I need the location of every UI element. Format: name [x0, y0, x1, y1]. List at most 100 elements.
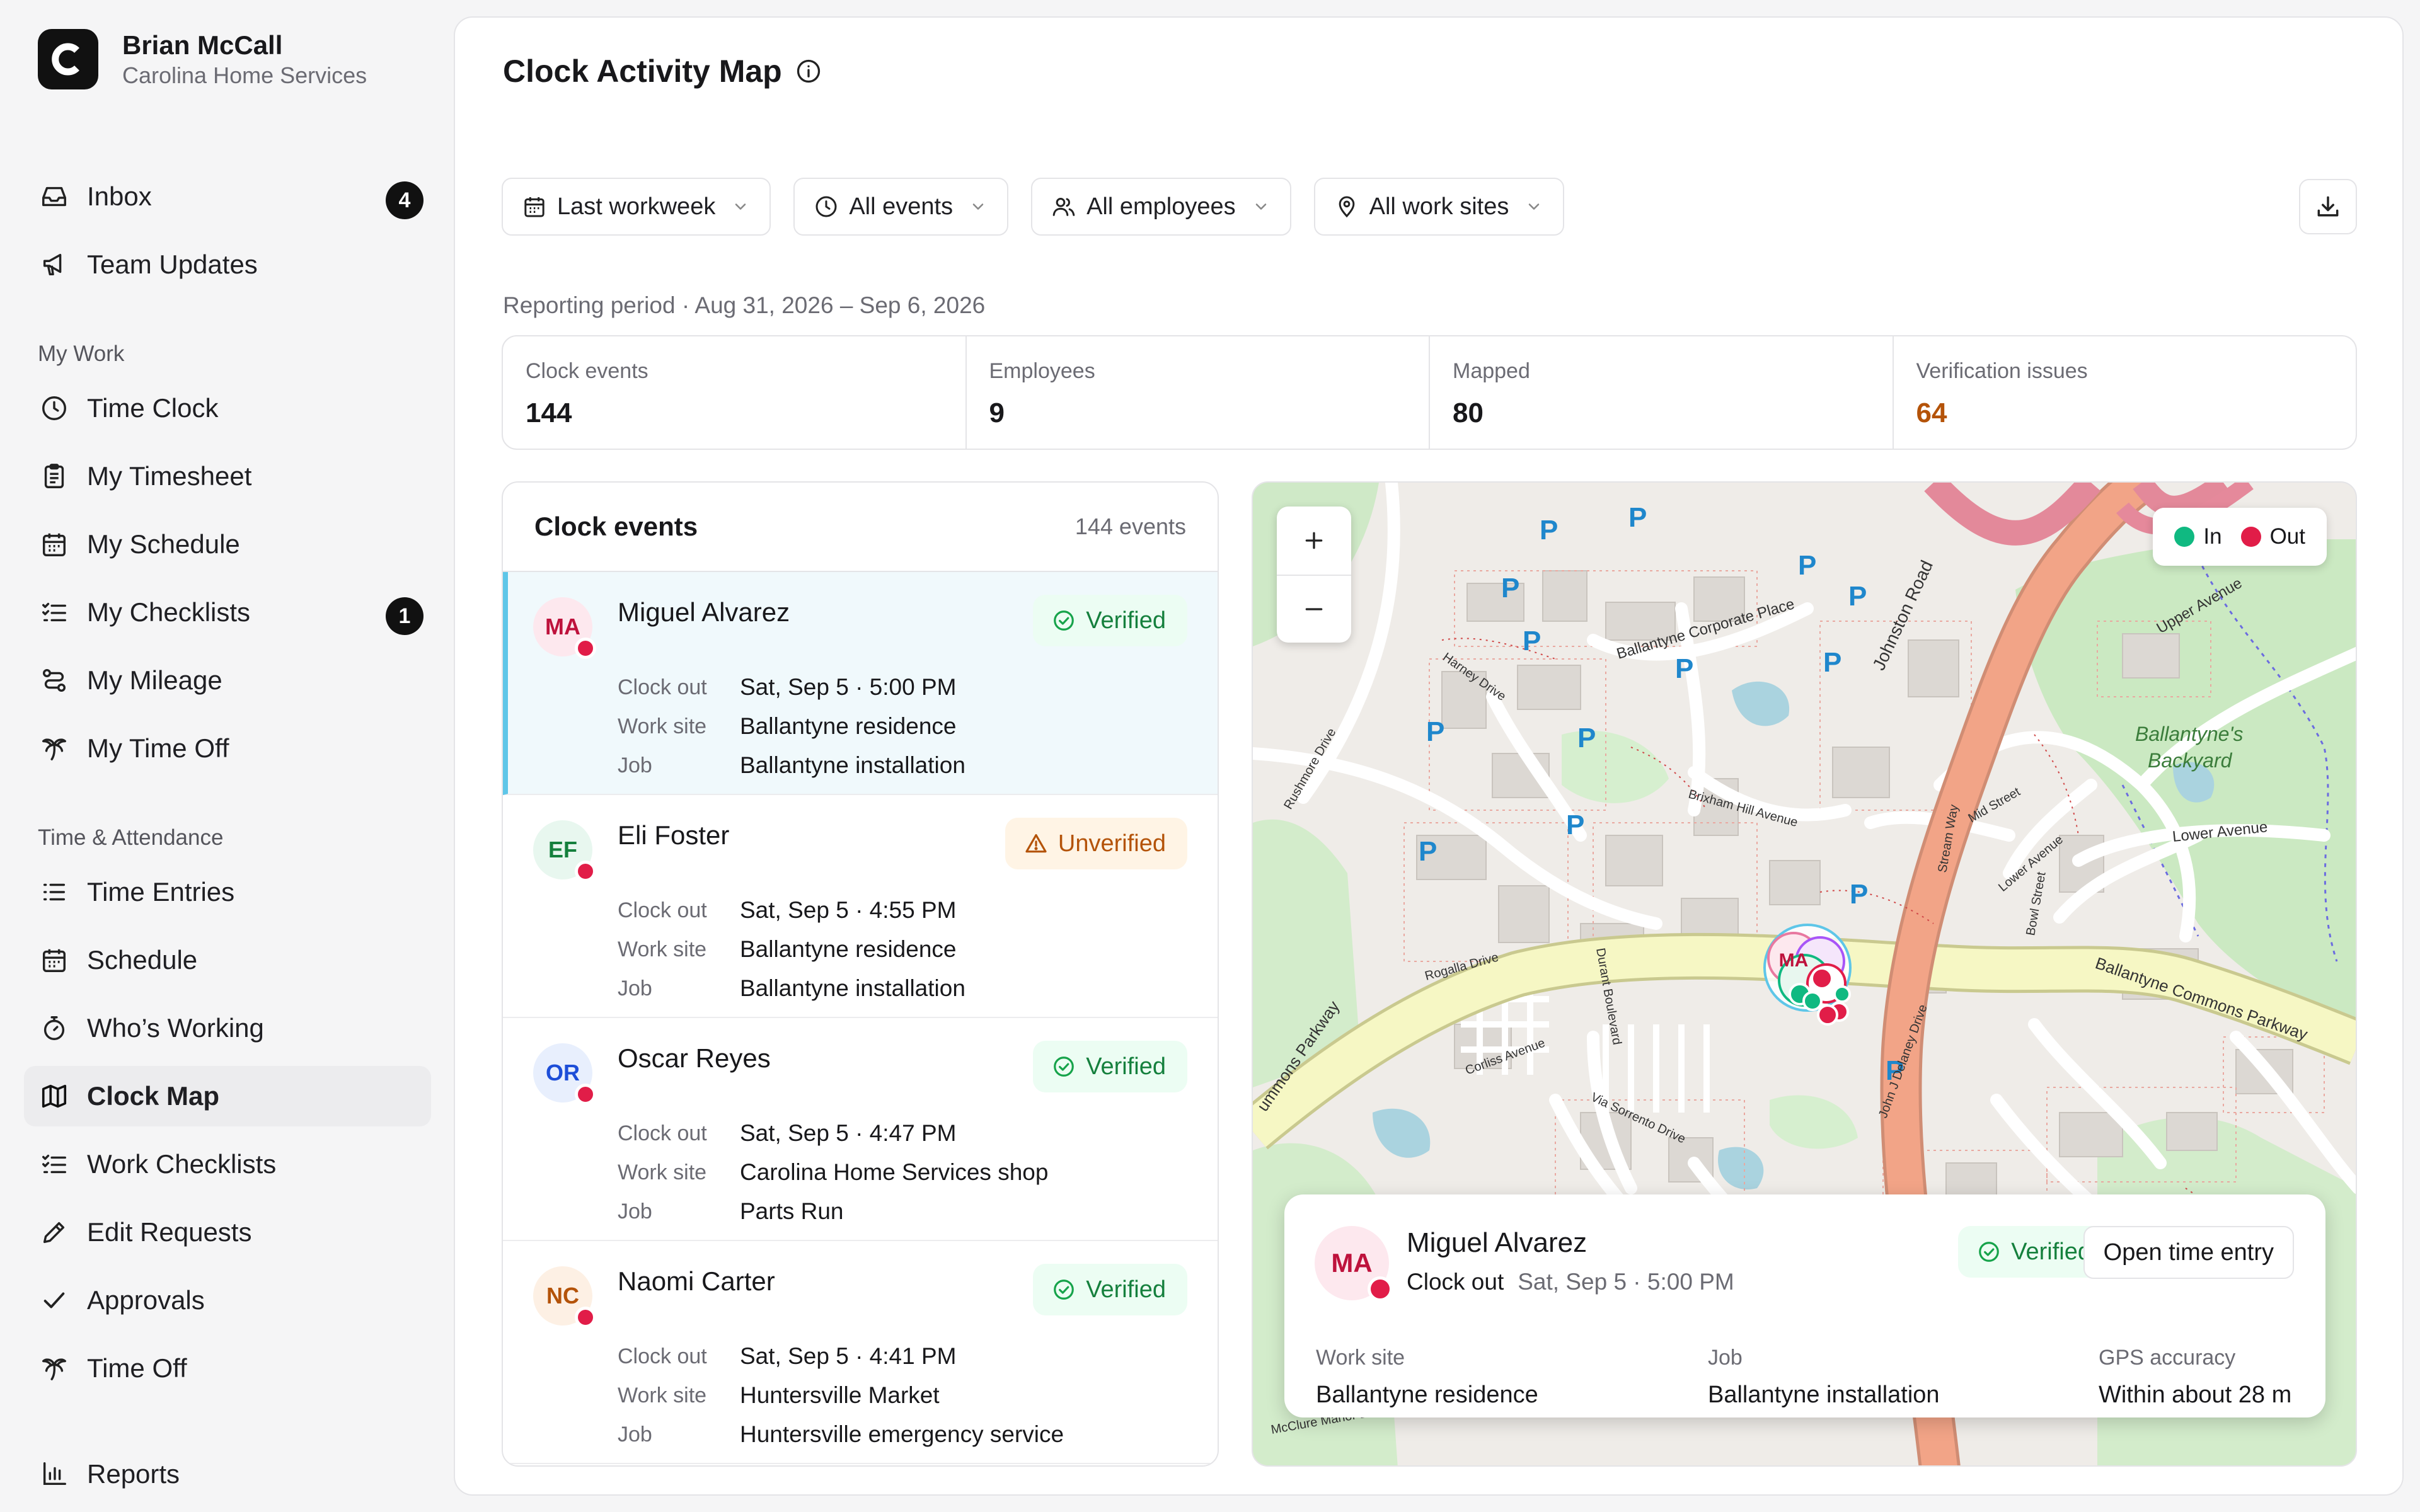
- check-circle-icon: [1977, 1240, 2001, 1264]
- status-label: Unverified: [1057, 830, 1166, 857]
- checklists-count-badge: 1: [386, 597, 424, 635]
- stat-clock-events: Clock events 144: [503, 336, 967, 449]
- sidebar-item-inbox[interactable]: Inbox 4: [24, 166, 431, 227]
- zoom-out-button[interactable]: [1277, 575, 1351, 643]
- inbox-icon: [38, 180, 71, 213]
- calendar-icon: [522, 194, 547, 219]
- stat-value: 9: [989, 398, 1005, 428]
- avatar: NC: [533, 1266, 596, 1328]
- section-time-attendance: Time & Attendance: [38, 825, 224, 850]
- sidebar-item-edit-requests[interactable]: Edit Requests: [24, 1202, 431, 1263]
- work-site-key: Work site: [618, 1383, 707, 1407]
- palm-tree-icon: [38, 732, 71, 765]
- stat-mapped: Mapped 80: [1430, 336, 1894, 449]
- event-row[interactable]: EF Eli Foster Unverified Clock out Sat, S…: [503, 795, 1218, 1018]
- event-row[interactable]: OR Oscar Reyes Verified Clock out Sat, Se…: [503, 1018, 1218, 1241]
- parking-icon: P: [1540, 515, 1558, 546]
- users-icon: [1051, 194, 1076, 219]
- calendar-icon: [38, 528, 71, 561]
- download-button[interactable]: [2299, 179, 2357, 234]
- avatar-initials: NC: [546, 1283, 579, 1309]
- map-icon: [38, 1080, 71, 1113]
- stat-label: Verification issues: [1916, 359, 2088, 383]
- event-details: Clock out Sat, Sep 5 · 4:47 PM Work site C…: [618, 1114, 1048, 1231]
- popup-job: Job Ballantyne installation: [1708, 1346, 1940, 1409]
- event-row[interactable]: NC Naomi Carter Verified Clock out Sat, S…: [503, 1241, 1218, 1464]
- parking-icon: P: [1850, 879, 1868, 910]
- avatar: MA: [1315, 1226, 1393, 1302]
- period-filter-label: Last workweek: [557, 193, 716, 220]
- avatar-initials: EF: [548, 837, 577, 862]
- stat-label: Employees: [989, 359, 1095, 383]
- sidebar-item-label: Time Entries: [87, 877, 235, 907]
- stat-value: 144: [526, 398, 572, 428]
- sidebar-item-my-checklists[interactable]: My Checklists 1: [24, 582, 431, 643]
- park-label: Ballantyne's: [2135, 723, 2244, 745]
- sidebar-item-my-timesheet[interactable]: My Timesheet: [24, 446, 431, 507]
- map-event-popup: MA Miguel Alvarez Clock out Sat, Sep 5 ·…: [1284, 1194, 2325, 1418]
- chevron-down-icon: [1525, 198, 1543, 215]
- employee-name: Naomi Carter: [618, 1266, 775, 1296]
- avatar: EF: [533, 820, 596, 882]
- employee-filter[interactable]: All employees: [1031, 178, 1291, 236]
- work-site-value: Huntersville Market: [740, 1382, 940, 1408]
- sidebar-item-team-updates[interactable]: Team Updates: [24, 234, 431, 295]
- employee-filter-label: All employees: [1086, 193, 1236, 220]
- sidebar-item-label: My Schedule: [87, 529, 240, 559]
- clock-out-dot: [1368, 1276, 1393, 1302]
- work-site-value: Carolina Home Services shop: [740, 1159, 1049, 1185]
- checklist-icon: [38, 596, 71, 629]
- check-circle-icon: [1052, 609, 1076, 633]
- job-value: Parts Run: [740, 1198, 844, 1224]
- brand[interactable]: Brian McCall Carolina Home Services: [38, 29, 367, 89]
- sidebar-item-clock-map[interactable]: Clock Map: [24, 1066, 431, 1126]
- status-badge: Unverified: [1005, 818, 1187, 869]
- sidebar-item-time-clock[interactable]: Time Clock: [24, 378, 431, 438]
- parking-icon: P: [1419, 836, 1437, 867]
- check-circle-icon: [1052, 1278, 1076, 1302]
- open-time-entry-button[interactable]: Open time entry: [2083, 1226, 2294, 1279]
- section-my-work: My Work: [38, 341, 125, 366]
- parking-icon: P: [1566, 810, 1584, 840]
- job-key: Job: [618, 1422, 652, 1446]
- map-legend: In Out: [2153, 508, 2327, 566]
- clock-out-dot: [575, 1084, 596, 1105]
- sidebar-item-whos-working[interactable]: Who’s Working: [24, 998, 431, 1058]
- stat-label: Mapped: [1453, 359, 1530, 383]
- stat-verification-issues: Verification issues 64: [1894, 336, 2356, 449]
- status-badge: Verified: [1033, 595, 1187, 646]
- sidebar: Brian McCall Carolina Home Services Inbo…: [0, 0, 454, 1512]
- zoom-in-button[interactable]: [1277, 507, 1351, 575]
- sidebar-item-my-schedule[interactable]: My Schedule: [24, 514, 431, 575]
- chevron-down-icon: [732, 198, 749, 215]
- events-header: Clock events 144 events: [503, 483, 1218, 572]
- event-row[interactable]: MA Miguel Alvarez Verified Clock out Sat,…: [503, 572, 1218, 795]
- sidebar-item-reports[interactable]: Reports: [24, 1444, 431, 1504]
- popup-work-site-key: Work site: [1316, 1346, 1405, 1370]
- chevron-down-icon: [969, 198, 987, 215]
- legend-out-label: Out: [2269, 524, 2305, 549]
- sidebar-item-label: Schedule: [87, 945, 198, 975]
- sidebar-item-label: Edit Requests: [87, 1217, 252, 1247]
- sidebar-item-my-mileage[interactable]: My Mileage: [24, 650, 431, 711]
- sidebar-item-label: Work Checklists: [87, 1149, 277, 1179]
- sidebar-item-time-entries[interactable]: Time Entries: [24, 862, 431, 922]
- sidebar-item-time-off[interactable]: Time Off: [24, 1338, 431, 1399]
- sidebar-item-schedule[interactable]: Schedule: [24, 930, 431, 990]
- avatar: MA: [533, 597, 596, 659]
- legend-in-dot: [2174, 527, 2195, 547]
- clock-out-dot: [575, 1307, 596, 1328]
- sidebar-item-approvals[interactable]: Approvals: [24, 1270, 431, 1331]
- parking-icon: P: [1577, 723, 1596, 753]
- minus-icon: [1301, 597, 1327, 622]
- period-filter[interactable]: Last workweek: [502, 178, 771, 236]
- clock-map[interactable]: MA P P P P P P P P P P P P P P Johnston …: [1252, 481, 2357, 1467]
- clipboard-icon: [38, 460, 71, 493]
- parking-icon: P: [1798, 550, 1816, 581]
- sidebar-item-work-checklists[interactable]: Work Checklists: [24, 1134, 431, 1194]
- work-site-filter[interactable]: All work sites: [1313, 178, 1565, 236]
- info-icon[interactable]: [795, 57, 822, 85]
- status-label: Verified: [1086, 607, 1166, 634]
- event-type-filter[interactable]: All events: [793, 178, 1009, 236]
- sidebar-item-my-time-off[interactable]: My Time Off: [24, 718, 431, 779]
